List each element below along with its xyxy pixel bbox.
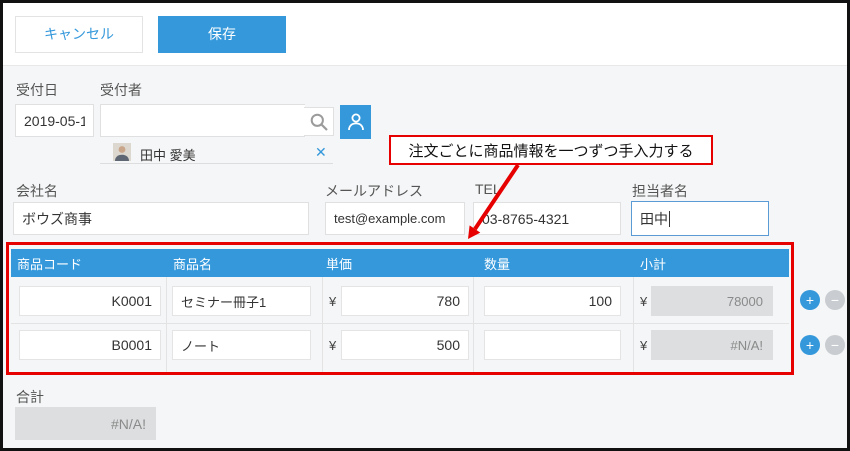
tel-input[interactable] (473, 202, 621, 235)
unit-price-input[interactable] (341, 330, 469, 360)
annotation-callout: 注文ごとに商品情報を一つずつ手入力する (389, 135, 713, 165)
user-picker-button[interactable] (340, 105, 371, 139)
product-code-input[interactable] (19, 330, 161, 360)
yen-symbol: ¥ (640, 338, 648, 353)
yen-symbol: ¥ (329, 338, 337, 353)
user-search-button[interactable] (304, 107, 334, 136)
receptionist-search-input[interactable] (100, 104, 305, 137)
text-caret (669, 210, 670, 227)
save-button[interactable]: 保存 (158, 16, 286, 53)
column-divider (322, 277, 323, 372)
row-divider (11, 323, 789, 324)
product-name-input[interactable] (172, 330, 311, 360)
quantity-input[interactable] (484, 286, 621, 316)
reception-date-input[interactable] (15, 104, 94, 137)
person-icon (345, 111, 367, 133)
delete-row-button[interactable]: − (825, 335, 845, 355)
record-edit-screen: キャンセル 保存 受付日 受付者 田中 愛美 ✕ 注文ごとに商品情報を一つずつ手… (0, 0, 850, 451)
delete-row-button[interactable]: − (825, 290, 845, 310)
company-label: 会社名 (16, 183, 58, 199)
search-icon (309, 112, 329, 132)
quantity-input[interactable] (484, 330, 621, 360)
person-in-charge-label: 担当者名 (632, 183, 688, 199)
total-label: 合計 (16, 389, 44, 405)
column-divider (633, 277, 634, 372)
add-row-button[interactable]: + (800, 290, 820, 310)
col-product-code: 商品コード (17, 256, 83, 272)
product-name-input[interactable] (172, 286, 311, 316)
user-avatar (113, 143, 131, 161)
person-in-charge-value: 田中 (640, 210, 668, 227)
selected-user-name: 田中 愛美 (140, 148, 196, 163)
column-divider (166, 277, 167, 372)
email-label: メールアドレス (325, 183, 423, 199)
column-divider (473, 277, 474, 372)
col-quantity: 数量 (484, 256, 511, 272)
cancel-button[interactable]: キャンセル (15, 16, 143, 53)
yen-symbol: ¥ (640, 294, 648, 309)
subtotal-field: #N/A! (651, 330, 773, 360)
receptionist-label: 受付者 (100, 82, 142, 98)
product-code-input[interactable] (19, 286, 161, 316)
col-unit-price: 単価 (326, 256, 353, 272)
email-input[interactable] (325, 202, 465, 235)
col-product-name: 商品名 (173, 256, 213, 272)
yen-symbol: ¥ (329, 294, 337, 309)
total-field: #N/A! (15, 407, 156, 440)
col-subtotal: 小計 (640, 256, 667, 272)
reception-date-label: 受付日 (16, 82, 58, 98)
tel-label: TEL (475, 181, 501, 197)
table-header: 商品コード 商品名 単価 数量 小計 (11, 249, 789, 277)
remove-user-icon[interactable]: ✕ (315, 144, 327, 161)
company-input[interactable] (13, 202, 309, 235)
person-in-charge-input[interactable]: 田中 (631, 201, 769, 236)
toolbar: キャンセル 保存 (3, 3, 847, 66)
unit-price-input[interactable] (341, 286, 469, 316)
add-row-button[interactable]: + (800, 335, 820, 355)
chip-divider (100, 163, 333, 164)
subtotal-field: 78000 (651, 286, 773, 316)
